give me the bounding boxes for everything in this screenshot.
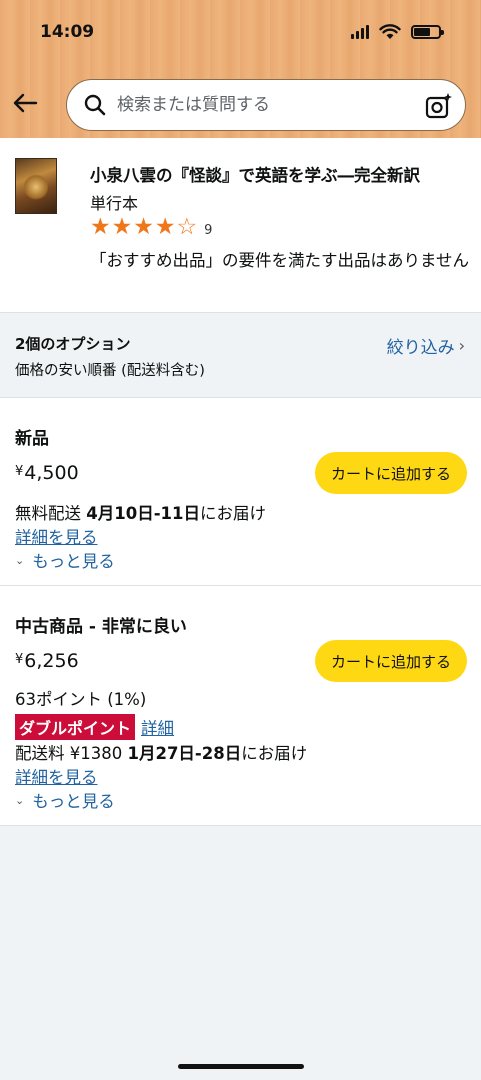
details-link[interactable]: 詳細を見る xyxy=(15,764,98,788)
chevron-down-icon: ⌄ xyxy=(15,793,25,807)
add-to-cart-button[interactable]: カートに追加する xyxy=(315,452,467,494)
see-more-label: もっと見る xyxy=(32,792,115,811)
product-title[interactable]: 小泉八雲の『怪談』で英語を学ぶ―完全新訳 xyxy=(90,162,420,186)
sort-order: 価格の安い順番 (配送料含む) xyxy=(15,363,205,379)
delivery-info: 無料配送 4月10日-11日にお届け xyxy=(15,500,266,524)
wifi-icon xyxy=(379,24,401,39)
currency-symbol: ¥ xyxy=(15,464,24,479)
star-filled-icon: ★ xyxy=(111,214,133,240)
star-filled-icon: ★ xyxy=(154,214,176,240)
chevron-down-icon: ⌄ xyxy=(15,553,25,567)
star-filled-icon: ★ xyxy=(90,214,111,240)
header: 14:09 xyxy=(0,0,481,138)
product-thumbnail[interactable] xyxy=(15,158,57,214)
status-time: 14:09 xyxy=(40,22,95,42)
product-rating[interactable]: ★ ★ ★ ★ ☆ 9 xyxy=(90,216,212,239)
see-more-link[interactable]: ⌄ もっと見る xyxy=(15,788,115,812)
add-to-cart-button[interactable]: カートに追加する xyxy=(315,640,467,682)
shipping-suffix: にお届け xyxy=(200,504,267,523)
battery-icon xyxy=(411,25,444,39)
signal-icon xyxy=(351,25,369,39)
offer-condition: 新品 xyxy=(15,429,49,449)
filter-button[interactable]: 絞り込み › xyxy=(387,333,465,358)
shipping-prefix: 配送料 ¥1380 xyxy=(15,744,128,763)
delivery-dates: 4月10日-11日 xyxy=(86,504,201,523)
status-bar: 14:09 xyxy=(0,0,481,60)
search-bar[interactable] xyxy=(66,79,466,131)
price-value: 4,500 xyxy=(24,462,79,484)
star-filled-icon: ★ xyxy=(133,214,154,240)
chevron-right-icon: › xyxy=(458,336,465,355)
offer-card-used: 中古商品 - 非常に良い ¥6,256 カートに追加する 63ポイント (1%)… xyxy=(0,586,481,826)
offer-card-new: 新品 ¥4,500 カートに追加する 無料配送 4月10日-11日にお届け 詳細… xyxy=(0,398,481,586)
search-icon xyxy=(84,94,106,116)
featured-offer-note: 「おすすめ出品」の要件を満たす出品はありません xyxy=(90,251,470,270)
see-more-label: もっと見る xyxy=(32,552,115,571)
points-info: 63ポイント (1%) xyxy=(15,690,147,709)
product-summary: 小泉八雲の『怪談』で英語を学ぶ―完全新訳 単行本 ★ ★ ★ ★ ☆ 9 「おす… xyxy=(0,138,481,312)
product-format: 単行本 xyxy=(90,194,139,213)
home-indicator[interactable] xyxy=(178,1064,304,1069)
options-header: 2個のオプション 価格の安い順番 (配送料含む) 絞り込み › xyxy=(0,312,481,398)
delivery-info: 配送料 ¥1380 1月27日-28日にお届け xyxy=(15,740,307,764)
back-button[interactable] xyxy=(10,88,40,118)
currency-symbol: ¥ xyxy=(15,652,24,667)
filter-label: 絞り込み xyxy=(386,338,455,358)
price-value: 6,256 xyxy=(24,650,79,672)
back-arrow-icon xyxy=(13,93,38,113)
see-more-link[interactable]: ⌄ もっと見る xyxy=(15,548,115,572)
options-count: 2個のオプション xyxy=(15,335,131,353)
camera-search-icon[interactable] xyxy=(425,92,453,120)
offer-price: ¥6,256 xyxy=(15,650,79,672)
shipping-prefix: 無料配送 xyxy=(15,504,87,523)
status-icons xyxy=(351,24,444,40)
double-points-badge: ダブルポイント xyxy=(15,714,136,740)
offer-price: ¥4,500 xyxy=(15,462,79,484)
shipping-suffix: にお届け xyxy=(241,744,308,763)
star-empty-icon: ☆ xyxy=(176,214,198,240)
double-points-row: ダブルポイント 詳細 xyxy=(15,714,174,740)
offer-condition: 中古商品 - 非常に良い xyxy=(15,617,187,637)
rating-count: 9 xyxy=(204,223,213,238)
details-link[interactable]: 詳細を見る xyxy=(15,524,98,548)
points-details-link[interactable]: 詳細 xyxy=(141,715,174,739)
search-input[interactable] xyxy=(117,95,417,115)
delivery-dates: 1月27日-28日 xyxy=(127,744,242,763)
